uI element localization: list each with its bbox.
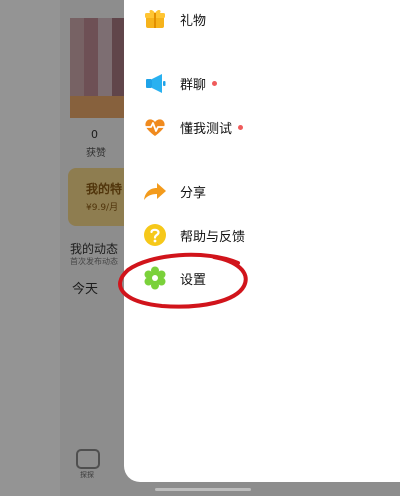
notification-dot xyxy=(212,80,218,86)
megaphone-icon xyxy=(142,70,168,96)
menu-item-help-feedback-label: 帮助与反馈 xyxy=(180,229,246,245)
gift-icon xyxy=(142,6,168,32)
menu-item-know-me-test[interactable]: 懂我测试 xyxy=(142,114,244,140)
heartbeat-icon xyxy=(142,114,168,140)
settings-gear-icon xyxy=(142,265,168,291)
menu-item-group-chat-label: 群聊 xyxy=(180,77,207,93)
menu-item-gift[interactable]: 礼物 xyxy=(142,6,206,32)
menu-item-gift-label: 礼物 xyxy=(180,13,207,29)
menu-item-settings-label: 设置 xyxy=(180,272,207,288)
menu-item-settings[interactable]: 设置 xyxy=(142,265,206,291)
menu-item-share[interactable]: 分享 xyxy=(142,178,206,204)
home-indicator[interactable] xyxy=(155,488,251,491)
side-drawer: 礼物 群聊 懂我测试 分享 帮助与反馈 设置 xyxy=(124,0,400,491)
menu-item-know-me-test-label: 懂我测试 xyxy=(180,121,233,137)
notification-dot xyxy=(238,124,244,130)
menu-item-share-label: 分享 xyxy=(180,185,207,201)
help-icon xyxy=(142,222,168,248)
menu-item-group-chat[interactable]: 群聊 xyxy=(142,70,218,96)
menu-item-help-feedback[interactable]: 帮助与反馈 xyxy=(142,222,245,248)
share-arrow-icon xyxy=(142,178,168,204)
